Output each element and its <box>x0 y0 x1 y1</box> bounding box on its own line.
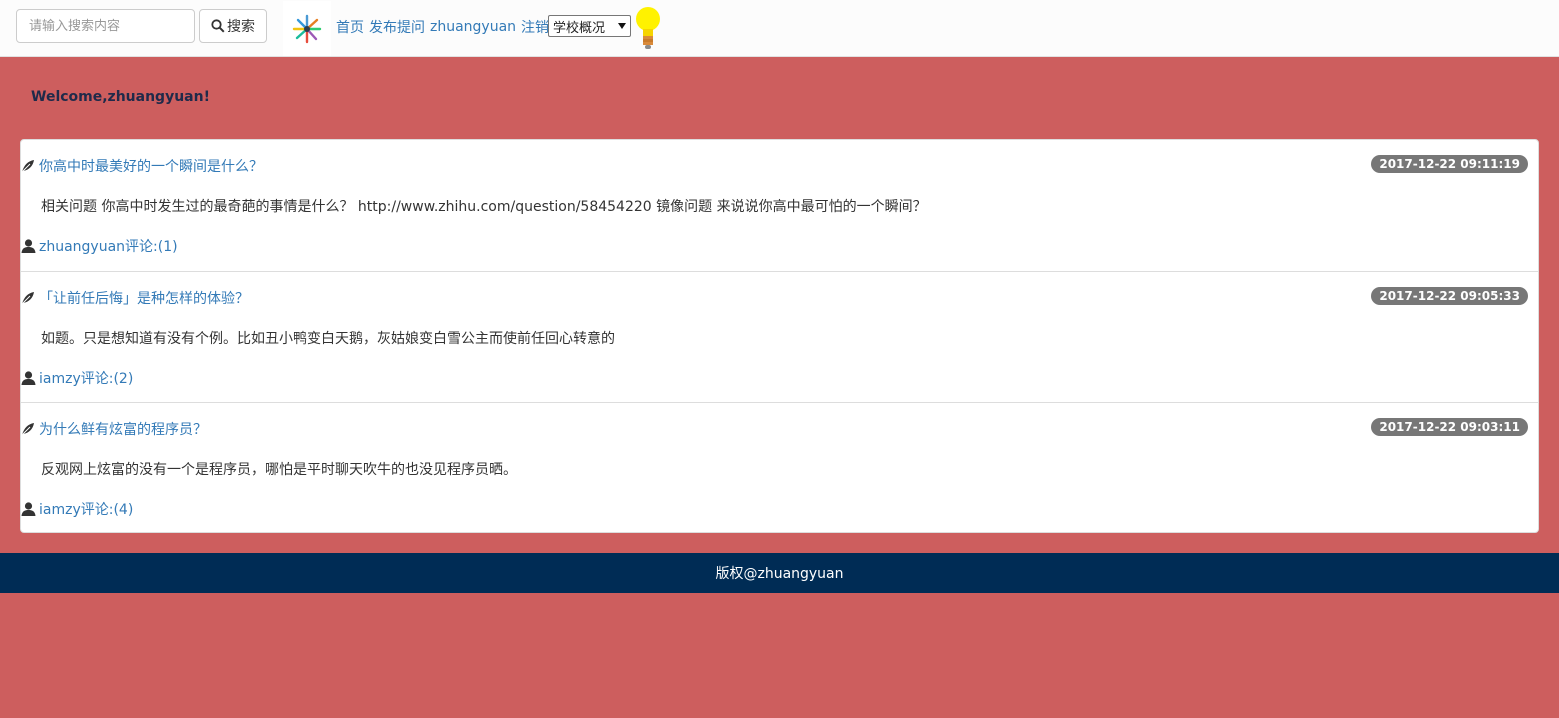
user-icon <box>21 502 36 516</box>
user-icon <box>21 239 36 253</box>
leaf-icon <box>21 160 34 173</box>
question-list: 你高中时最美好的一个瞬间是什么？ 2017-12-22 09:11:19 相关问… <box>20 139 1539 533</box>
logo-icon <box>292 14 322 43</box>
timestamp-badge: 2017-12-22 09:05:33 <box>1371 287 1528 305</box>
question-body: 反观网上炫富的没有一个是程序员，哪怕是平时聊天吹牛的也没见程序员晒。 <box>41 462 517 478</box>
question-title-link[interactable]: 「让前任后悔」是种怎样的体验？ <box>39 288 249 308</box>
nav-link-user[interactable]: zhuangyuan <box>430 19 516 35</box>
list-item: 为什么鲜有炫富的程序员？ 2017-12-22 09:03:11 反观网上炫富的… <box>21 402 1538 533</box>
copyright-text: 版权@zhuangyuan <box>715 566 844 582</box>
question-author-row: iamzy评论:(2) <box>21 368 133 388</box>
timestamp-badge: 2017-12-22 09:03:11 <box>1371 418 1528 436</box>
author-comments-link[interactable]: iamzy评论:(4) <box>39 499 133 519</box>
nav-link-logout[interactable]: 注销 <box>521 17 549 37</box>
search-input[interactable] <box>16 9 195 43</box>
question-author-row: zhuangyuan评论:(1) <box>21 236 178 256</box>
list-item: 你高中时最美好的一个瞬间是什么？ 2017-12-22 09:11:19 相关问… <box>21 140 1538 271</box>
welcome-message: Welcome,zhuangyuan! <box>31 89 210 105</box>
leaf-icon <box>21 292 34 305</box>
school-select-value: 学校概况 <box>553 20 606 36</box>
search-button-label: 搜索 <box>227 19 255 35</box>
search-button[interactable]: 搜索 <box>199 9 267 43</box>
question-title-link[interactable]: 为什么鲜有炫富的程序员？ <box>39 419 207 439</box>
top-navbar: 搜索 首页 发布提问 zhuangyuan 注销 学校概况 <box>0 0 1559 57</box>
nav-links: 首页 发布提问 zhuangyuan 注销 <box>336 16 549 38</box>
leaf-icon <box>21 423 34 436</box>
question-body: 如题。只是想知道有没有个例。比如丑小鸭变白天鹅，灰姑娘变白雪公主而使前任回心转意… <box>41 331 615 347</box>
site-logo[interactable] <box>283 1 331 56</box>
question-title-row: 你高中时最美好的一个瞬间是什么？ <box>21 156 263 176</box>
question-title-link[interactable]: 你高中时最美好的一个瞬间是什么？ <box>39 156 263 176</box>
question-title-row: 为什么鲜有炫富的程序员？ <box>21 419 207 439</box>
user-icon <box>21 371 36 385</box>
search-icon <box>211 19 225 33</box>
nav-link-home[interactable]: 首页 <box>336 17 364 37</box>
author-comments-link[interactable]: iamzy评论:(2) <box>39 368 133 388</box>
timestamp-badge: 2017-12-22 09:11:19 <box>1371 155 1528 173</box>
question-author-row: iamzy评论:(4) <box>21 499 133 519</box>
list-item: 「让前任后悔」是种怎样的体验？ 2017-12-22 09:05:33 如题。只… <box>21 271 1538 402</box>
question-title-row: 「让前任后悔」是种怎样的体验？ <box>21 288 249 308</box>
author-comments-link[interactable]: zhuangyuan评论:(1) <box>39 236 178 256</box>
question-body: 相关问题 你高中时发生过的最奇葩的事情是什么？ http://www.zhihu… <box>41 199 927 215</box>
caret-down-icon <box>618 23 626 29</box>
nav-link-post-question[interactable]: 发布提问 <box>369 17 425 37</box>
school-select[interactable]: 学校概况 <box>548 15 631 37</box>
footer: 版权@zhuangyuan <box>0 553 1559 593</box>
lightbulb-icon[interactable] <box>634 5 662 52</box>
